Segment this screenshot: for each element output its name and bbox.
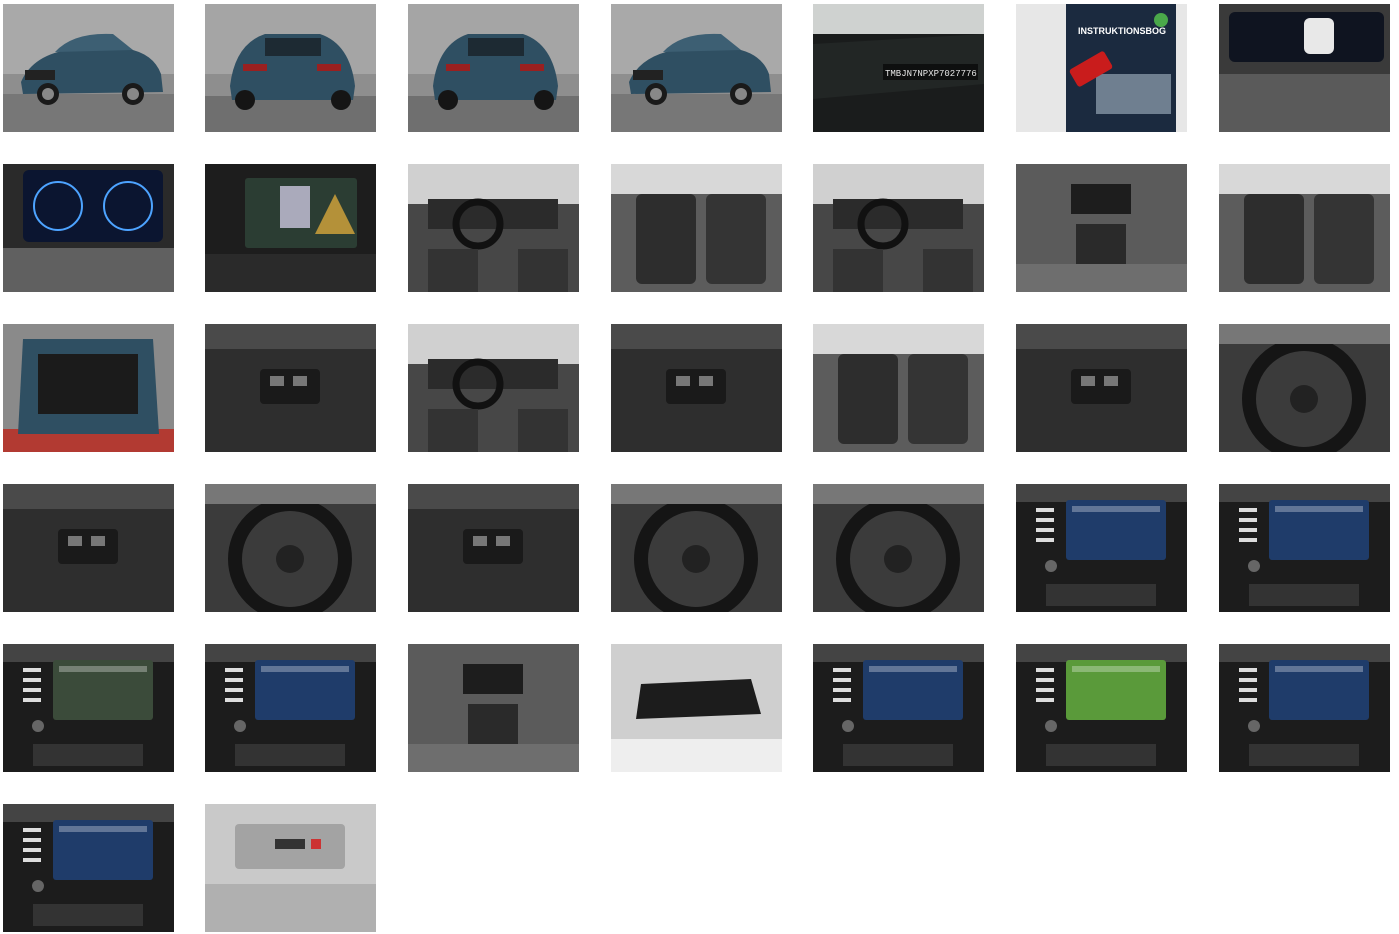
photo-rear-view-mirror xyxy=(611,644,782,772)
photo-gallery: TMBJN7NPXP7027776 INSTRUKTIONSBOG xyxy=(0,0,1399,934)
thumbnail-exterior-rear[interactable] xyxy=(408,4,579,132)
thumbnail-roof-console[interactable] xyxy=(205,804,376,932)
photo-exterior-front-left xyxy=(3,4,174,132)
thumbnail-infotainment-radio[interactable] xyxy=(205,644,376,772)
photo-digital-cockpit xyxy=(3,164,174,292)
photo-exterior-front-right xyxy=(611,4,782,132)
photo-infotainment-message xyxy=(3,804,174,932)
thumbnail-infotainment-navigation[interactable] xyxy=(3,644,174,772)
thumbnail-seat-controls[interactable] xyxy=(1219,164,1390,292)
photo-gear-selector xyxy=(408,644,579,772)
thumbnail-exterior-rear-left[interactable] xyxy=(205,4,376,132)
photo-wheel-buttons-right xyxy=(813,484,984,612)
thumbnail-exterior-front-left[interactable] xyxy=(3,4,174,132)
photo-infotainment-media xyxy=(1016,484,1187,612)
thumbnail-infotainment-lane-assist[interactable] xyxy=(1016,644,1187,772)
thumbnail-stalk-right[interactable] xyxy=(205,484,376,612)
thumbnail-wheel-buttons-right[interactable] xyxy=(813,484,984,612)
photo-trunk xyxy=(3,324,174,452)
photo-stalk-left xyxy=(3,484,174,612)
photo-steering-wheel xyxy=(611,484,782,612)
thumbnail-rear-seats[interactable] xyxy=(611,164,782,292)
photo-exterior-rear-left xyxy=(205,4,376,132)
thumbnail-trunk[interactable] xyxy=(3,324,174,452)
photo-front-interior xyxy=(408,164,579,292)
thumbnail-manual-and-key[interactable]: INSTRUKTIONSBOG xyxy=(1016,4,1187,132)
thumbnail-vin-plate[interactable]: TMBJN7NPXP7027776 xyxy=(813,4,984,132)
photo-rear-camera-screen xyxy=(205,164,376,292)
photo-steering-wheel-buttons xyxy=(1219,324,1390,452)
svg-text:INSTRUKTIONSBOG: INSTRUKTIONSBOG xyxy=(1078,26,1166,36)
photo-infotainment-drive-data xyxy=(1219,644,1390,772)
thumbnail-front-interior[interactable] xyxy=(408,164,579,292)
photo-instrument-cluster xyxy=(1219,4,1390,132)
thumbnail-infotainment-assist[interactable] xyxy=(813,644,984,772)
photo-roof-console xyxy=(205,804,376,932)
thumbnail-steering-wheel-buttons[interactable] xyxy=(1219,324,1390,452)
thumbnail-steering-wheel[interactable] xyxy=(611,484,782,612)
thumbnail-driver-cabin[interactable] xyxy=(408,324,579,452)
thumbnail-light-switch[interactable] xyxy=(1016,324,1187,452)
photo-rear-air-vents xyxy=(1016,164,1187,292)
photo-infotainment-phone xyxy=(1219,484,1390,612)
photo-infotainment-lane-assist xyxy=(1016,644,1187,772)
thumbnail-exterior-front-right[interactable] xyxy=(611,4,782,132)
thumbnail-infotainment-message[interactable] xyxy=(3,804,174,932)
photo-vin-plate: TMBJN7NPXP7027776 xyxy=(813,4,984,132)
thumbnail-electric-seat[interactable] xyxy=(813,324,984,452)
photo-wiper-stalk xyxy=(408,484,579,612)
photo-infotainment-radio xyxy=(205,644,376,772)
thumbnail-gear-selector[interactable] xyxy=(408,644,579,772)
thumbnail-infotainment-media[interactable] xyxy=(1016,484,1187,612)
thumbnail-rear-view-mirror[interactable] xyxy=(611,644,782,772)
photo-infotainment-assist xyxy=(813,644,984,772)
thumbnail-window-switches[interactable] xyxy=(611,324,782,452)
photo-seat-controls xyxy=(1219,164,1390,292)
thumbnail-rear-camera-screen[interactable] xyxy=(205,164,376,292)
photo-rear-seats xyxy=(611,164,782,292)
thumbnail-digital-cockpit[interactable] xyxy=(3,164,174,292)
thumbnail-rear-air-vents[interactable] xyxy=(1016,164,1187,292)
photo-tailgate-button xyxy=(205,324,376,452)
thumbnail-infotainment-phone[interactable] xyxy=(1219,484,1390,612)
photo-stalk-right xyxy=(205,484,376,612)
photo-exterior-rear xyxy=(408,4,579,132)
photo-dashboard-overview xyxy=(813,164,984,292)
photo-manual-and-key: INSTRUKTIONSBOG xyxy=(1016,4,1187,132)
svg-text:TMBJN7NPXP7027776: TMBJN7NPXP7027776 xyxy=(885,69,977,79)
photo-light-switch xyxy=(1016,324,1187,452)
photo-driver-cabin xyxy=(408,324,579,452)
thumbnail-wiper-stalk[interactable] xyxy=(408,484,579,612)
thumbnail-tailgate-button[interactable] xyxy=(205,324,376,452)
photo-infotainment-navigation xyxy=(3,644,174,772)
photo-window-switches xyxy=(611,324,782,452)
thumbnail-stalk-left[interactable] xyxy=(3,484,174,612)
thumbnail-instrument-cluster[interactable] xyxy=(1219,4,1390,132)
photo-electric-seat xyxy=(813,324,984,452)
thumbnail-infotainment-drive-data[interactable] xyxy=(1219,644,1390,772)
thumbnail-dashboard-overview[interactable] xyxy=(813,164,984,292)
